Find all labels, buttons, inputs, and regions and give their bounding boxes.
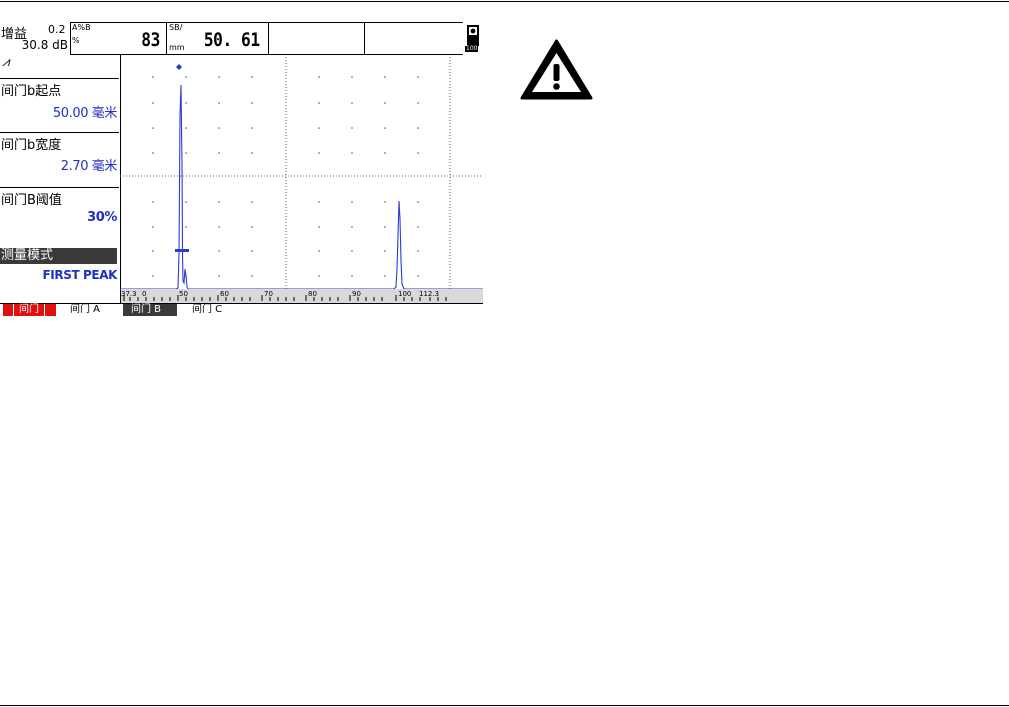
scale-end: 112.3 [419,290,439,298]
a-scan-display: 37.3 0 50 60 70 80 90 100 112.3 [120,55,483,303]
scale-tick-label: 60 [220,290,229,298]
gain-step: 0.2 [48,23,66,36]
amplitude-unit-bottom: % [72,36,80,45]
readout-empty-1 [268,22,365,55]
menu-value: 50.00 毫米 [52,106,118,121]
menu-label: 间门B阈值 [1,193,62,208]
menu-label: 间门b宽度 [1,138,62,153]
tab-gate-a[interactable]: 间门 A [70,304,120,316]
gate-b-bar [175,249,189,252]
soundpath-value: 50. 61 [204,29,260,51]
battery-value: 100 [465,45,479,52]
menu-label-highlighted: 测量模式 [0,248,117,264]
rectify-panel[interactable]: ⩘ [0,55,119,78]
scale-tick-label: 70 [264,290,273,298]
gain-box[interactable]: 增益 0.2 30.8 dB [0,22,71,55]
menu-item-gate-b-start[interactable]: 间门b起点 50.00 毫米 [0,78,119,132]
scale-tick-label: 90 [352,290,361,298]
menu-item-measure-mode[interactable]: 测量模式 FIRST PEAK [0,243,119,303]
scale-tick-label: 80 [308,290,317,298]
menu-label: 间门b起点 [1,84,62,99]
tab-label: 间门 B [131,304,162,315]
amplitude-unit-top: A%B [72,23,91,32]
battery-box: 100 [463,22,483,55]
soundpath-unit-top: SB/ [169,23,183,32]
grid-lines [120,57,483,289]
amplitude-readout: A%B % 83 [70,22,167,55]
tab-label: 间门 A [70,304,101,315]
scale-tick-label: 50 [179,290,188,298]
menu-item-gate-b-threshold[interactable]: 间门B阈值 30% [0,187,119,243]
flaw-detector-screen: 增益 0.2 30.8 dB A%B % 83 SB/ mm 50. 61 10… [0,22,483,316]
scale-tick-label: 100 [398,290,411,298]
tab-label: 间门 C [192,304,223,315]
menu-value: 30% [87,210,117,225]
soundpath-unit-bottom: mm [169,43,185,52]
amplitude-value: 83 [141,29,160,51]
soundpath-readout: SB/ mm 50. 61 [166,22,269,55]
warning-triangle-icon [520,39,593,100]
menu-value: FIRST PEAK [42,268,118,282]
rectify-icon: ⩘ [2,55,10,70]
echo-signal-trace [120,84,483,290]
gain-value: 30.8 dB [21,38,68,52]
tab-gate[interactable]: 间门 [3,304,56,316]
tab-gate-c[interactable]: 间门 C [192,304,242,316]
scale-start: 37.3 [121,290,137,298]
tab-label: 间门 [13,304,45,316]
marker-diamond [176,64,182,70]
scale-tick-label: 0 [142,290,146,298]
readout-empty-2 [364,22,464,55]
menu-item-gate-b-width[interactable]: 间门b宽度 2.70 毫米 [0,132,119,187]
bottom-rule [0,705,1009,706]
menu-value: 2.70 毫米 [60,159,118,174]
top-rule [0,1,1009,2]
tab-gate-b[interactable]: 间门 B [123,304,177,316]
